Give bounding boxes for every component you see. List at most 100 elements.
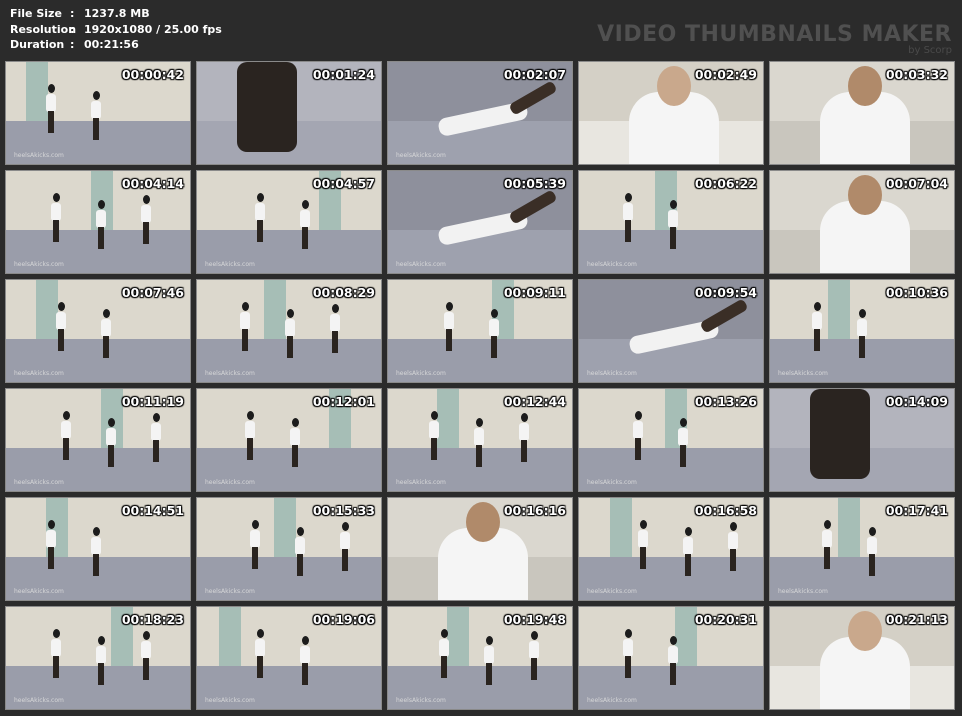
- thumbnail-watermark: heelsAkicks.com: [587, 479, 637, 486]
- brand-title: VIDEO THUMBNAILS MAKER: [597, 22, 952, 47]
- video-thumbnail[interactable]: 00:09:54 heelsAkicks.com: [578, 279, 764, 383]
- scene-closeup-head: [466, 502, 500, 542]
- scene-figure: [822, 520, 832, 570]
- scene-figure: [867, 527, 877, 577]
- video-thumbnail[interactable]: 00:16:16: [387, 497, 573, 601]
- video-thumbnail[interactable]: 00:09:11 heelsAkicks.com: [387, 279, 573, 383]
- timestamp-label: 00:16:16: [503, 503, 566, 518]
- thumbnail-watermark: heelsAkicks.com: [205, 370, 255, 377]
- scene-figure: [255, 193, 265, 243]
- video-thumbnail[interactable]: 00:16:58 heelsAkicks.com: [578, 497, 764, 601]
- meta-colon: :: [70, 7, 75, 20]
- timestamp-label: 00:05:39: [503, 176, 566, 191]
- scene-figure: [668, 200, 678, 250]
- thumbnail-watermark: heelsAkicks.com: [396, 479, 446, 486]
- timestamp-label: 00:14:51: [121, 503, 184, 518]
- video-thumbnail[interactable]: 00:02:07 heelsAkicks.com: [387, 61, 573, 165]
- video-thumbnail[interactable]: 00:00:42 heelsAkicks.com: [5, 61, 191, 165]
- thumbnail-watermark: heelsAkicks.com: [396, 152, 446, 159]
- thumbnail-grid: 00:00:42 heelsAkicks.com 00:01:24 00:02:07 h…: [5, 61, 955, 710]
- meta-row-resolution: Resolution : 1920x1080 / 25.00 fps: [10, 22, 222, 38]
- scene-wall-panel: [437, 389, 459, 449]
- meta-row-file-size: File Size : 1237.8 MB: [10, 6, 222, 22]
- video-thumbnail[interactable]: 00:14:09: [769, 388, 955, 492]
- thumbnail-watermark: heelsAkicks.com: [14, 261, 64, 268]
- scene-closeup-head: [848, 611, 882, 651]
- scene-wall-panel: [828, 280, 850, 340]
- scene-closeup-legs: [237, 62, 297, 152]
- scene-figure: [633, 411, 643, 461]
- thumbnail-watermark: heelsAkicks.com: [396, 697, 446, 704]
- scene-figure: [444, 302, 454, 352]
- video-thumbnail[interactable]: 00:04:14 heelsAkicks.com: [5, 170, 191, 274]
- scene-figure: [91, 527, 101, 577]
- video-thumbnail[interactable]: 00:08:29 heelsAkicks.com: [196, 279, 382, 383]
- scene-wall-panel: [610, 498, 632, 558]
- scene-figure: [295, 527, 305, 577]
- scene-figure: [300, 200, 310, 250]
- timestamp-label: 00:04:14: [121, 176, 184, 191]
- video-thumbnail[interactable]: 00:04:57 heelsAkicks.com: [196, 170, 382, 274]
- scene-figure: [56, 302, 66, 352]
- video-thumbnail[interactable]: 00:02:49: [578, 61, 764, 165]
- video-thumbnail[interactable]: 00:11:19 heelsAkicks.com: [5, 388, 191, 492]
- video-thumbnail[interactable]: 00:13:26 heelsAkicks.com: [578, 388, 764, 492]
- video-thumbnail[interactable]: 00:18:23 heelsAkicks.com: [5, 606, 191, 710]
- timestamp-label: 00:09:11: [503, 285, 566, 300]
- video-thumbnail[interactable]: 00:21:13: [769, 606, 955, 710]
- scene-figure: [51, 629, 61, 679]
- video-thumbnail[interactable]: 00:06:22 heelsAkicks.com: [578, 170, 764, 274]
- thumbnail-watermark: heelsAkicks.com: [778, 370, 828, 377]
- scene-figure: [812, 302, 822, 352]
- timestamp-label: 00:09:54: [694, 285, 757, 300]
- scene-figure: [330, 304, 340, 354]
- timestamp-label: 00:20:31: [694, 612, 757, 627]
- timestamp-label: 00:08:29: [312, 285, 375, 300]
- scene-wall-panel: [219, 607, 241, 667]
- video-thumbnail[interactable]: 00:14:51 heelsAkicks.com: [5, 497, 191, 601]
- scene-wall-panel: [838, 498, 860, 558]
- thumbnail-watermark: heelsAkicks.com: [14, 152, 64, 159]
- scene-closeup-head: [848, 175, 882, 215]
- video-thumbnail[interactable]: 00:07:46 heelsAkicks.com: [5, 279, 191, 383]
- video-thumbnail[interactable]: 00:01:24: [196, 61, 382, 165]
- timestamp-label: 00:11:19: [121, 394, 184, 409]
- meta-value: 1920x1080 / 25.00 fps: [84, 22, 222, 36]
- scene-figure: [141, 195, 151, 245]
- video-thumbnail[interactable]: 00:19:06 heelsAkicks.com: [196, 606, 382, 710]
- video-thumbnail[interactable]: 00:07:04: [769, 170, 955, 274]
- video-thumbnail[interactable]: 00:12:01 heelsAkicks.com: [196, 388, 382, 492]
- scene-figure: [250, 520, 260, 570]
- video-thumbnail[interactable]: 00:03:32: [769, 61, 955, 165]
- video-thumbnail[interactable]: 00:17:41 heelsAkicks.com: [769, 497, 955, 601]
- scene-figure: [141, 631, 151, 681]
- scene-figure: [300, 636, 310, 686]
- scene-figure: [290, 418, 300, 468]
- scene-figure: [51, 193, 61, 243]
- scene-figure: [683, 527, 693, 577]
- timestamp-label: 00:02:07: [503, 67, 566, 82]
- video-thumbnail[interactable]: 00:15:33 heelsAkicks.com: [196, 497, 382, 601]
- video-thumbnail[interactable]: 00:05:39 heelsAkicks.com: [387, 170, 573, 274]
- scene-figure: [46, 84, 56, 134]
- scene-figure: [638, 520, 648, 570]
- meta-colon: :: [70, 22, 75, 36]
- video-thumbnail[interactable]: 00:10:36 heelsAkicks.com: [769, 279, 955, 383]
- meta-label: Resolution: [10, 22, 77, 36]
- scene-wall-panel: [274, 498, 296, 558]
- scene-figure: [529, 631, 539, 681]
- thumbnail-watermark: heelsAkicks.com: [396, 370, 446, 377]
- brand-watermark: VIDEO THUMBNAILS MAKER by Scorp: [597, 22, 952, 56]
- video-thumbnail[interactable]: 00:12:44 heelsAkicks.com: [387, 388, 573, 492]
- thumbnail-watermark: heelsAkicks.com: [587, 261, 637, 268]
- scene-figure: [255, 629, 265, 679]
- scene-figure: [474, 418, 484, 468]
- scene-figure: [668, 636, 678, 686]
- thumbnail-watermark: heelsAkicks.com: [14, 697, 64, 704]
- timestamp-label: 00:06:22: [694, 176, 757, 191]
- video-thumbnail[interactable]: 00:20:31 heelsAkicks.com: [578, 606, 764, 710]
- video-thumbnail[interactable]: 00:19:48 heelsAkicks.com: [387, 606, 573, 710]
- scene-figure: [489, 309, 499, 359]
- thumbnail-watermark: heelsAkicks.com: [587, 588, 637, 595]
- scene-figure: [484, 636, 494, 686]
